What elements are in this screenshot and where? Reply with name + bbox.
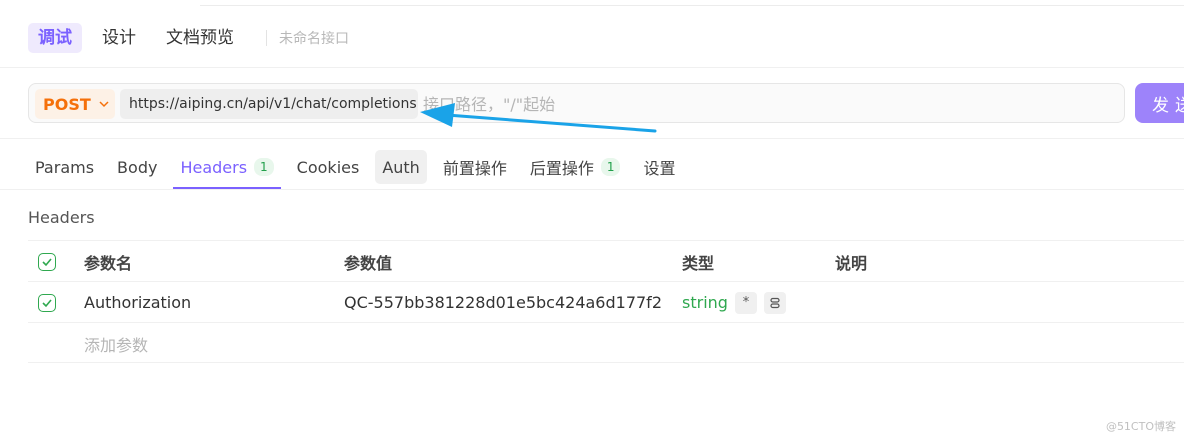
url-bar: POST https://aiping.cn/api/v1/chat/compl…	[28, 83, 1125, 123]
add-param-placeholder[interactable]: 添加参数	[84, 323, 324, 364]
tab-doc-preview[interactable]: 文档预览	[156, 23, 244, 53]
tab-design[interactable]: 设计	[92, 23, 146, 53]
count-badge: 1	[254, 158, 274, 176]
tab-label: 后置操作	[529, 159, 594, 178]
tab-label: Cookies	[296, 157, 360, 177]
param-name-cell[interactable]: Authorization	[84, 282, 324, 323]
path-input[interactable]	[423, 89, 1113, 119]
select-all-checkbox[interactable]	[38, 253, 56, 271]
tab-cookies[interactable]: Cookies	[290, 150, 367, 184]
table-row: Authorization QC-557bb381228d01e5bc424a6…	[28, 281, 1184, 322]
section-title: Headers	[28, 208, 95, 227]
tab-label: Params	[35, 157, 95, 177]
required-toggle[interactable]: *	[734, 291, 757, 314]
tab-body[interactable]: Body	[110, 150, 164, 184]
divider	[0, 138, 1184, 139]
request-tabs: Params Body Headers 1 Cookies Auth 前置操作 后…	[28, 147, 692, 189]
divider	[266, 30, 267, 46]
check-icon	[42, 299, 52, 308]
check-icon	[42, 258, 52, 267]
api-name[interactable]: 未命名接口	[279, 28, 349, 48]
tab-post-operations[interactable]: 后置操作 1	[523, 150, 628, 184]
param-value-cell[interactable]: QC-557bb381228d01e5bc424a6d177f2a7	[344, 282, 662, 323]
mode-tabs: 调试 设计 文档预览 未命名接口	[28, 21, 349, 55]
tab-settings[interactable]: 设置	[636, 150, 682, 184]
tab-label: Body	[117, 157, 158, 177]
link-icon[interactable]	[763, 291, 786, 314]
column-header-type: 类型	[682, 253, 715, 273]
chevron-down-icon	[99, 98, 109, 111]
tab-label: 设置	[643, 159, 676, 178]
count-badge: 1	[600, 158, 621, 176]
watermark: @51CTO博客	[1105, 420, 1176, 433]
param-type-cell: string *	[682, 282, 822, 323]
column-header-name: 参数名	[84, 253, 133, 273]
tab-pre-operations[interactable]: 前置操作	[436, 150, 514, 184]
method-label: POST	[43, 94, 91, 114]
column-header-description: 说明	[835, 253, 868, 273]
tab-label: Headers	[180, 157, 248, 177]
headers-table: 参数名 参数值 类型 说明 Authorization QC-557bb3812…	[28, 240, 1184, 363]
method-select[interactable]: POST	[35, 89, 115, 119]
divider	[0, 189, 1184, 190]
table-header-row: 参数名 参数值 类型 说明	[28, 240, 1184, 281]
table-row: 添加参数	[28, 322, 1184, 363]
tab-auth[interactable]: Auth	[375, 150, 427, 184]
tab-debug[interactable]: 调试	[28, 23, 82, 53]
tab-label: 前置操作	[442, 159, 507, 178]
column-header-value: 参数值	[344, 253, 393, 273]
tab-label: Auth	[382, 157, 420, 177]
divider	[0, 67, 1184, 68]
param-description-cell[interactable]	[835, 282, 1135, 323]
top-strip	[200, 0, 1184, 6]
param-type[interactable]: string	[682, 293, 728, 312]
tab-headers[interactable]: Headers 1	[173, 150, 281, 189]
row-checkbox[interactable]	[38, 294, 56, 312]
base-url[interactable]: https://aiping.cn/api/v1/chat/completion…	[120, 89, 418, 119]
tab-params[interactable]: Params	[28, 150, 101, 184]
send-button[interactable]: 发送	[1135, 83, 1184, 123]
